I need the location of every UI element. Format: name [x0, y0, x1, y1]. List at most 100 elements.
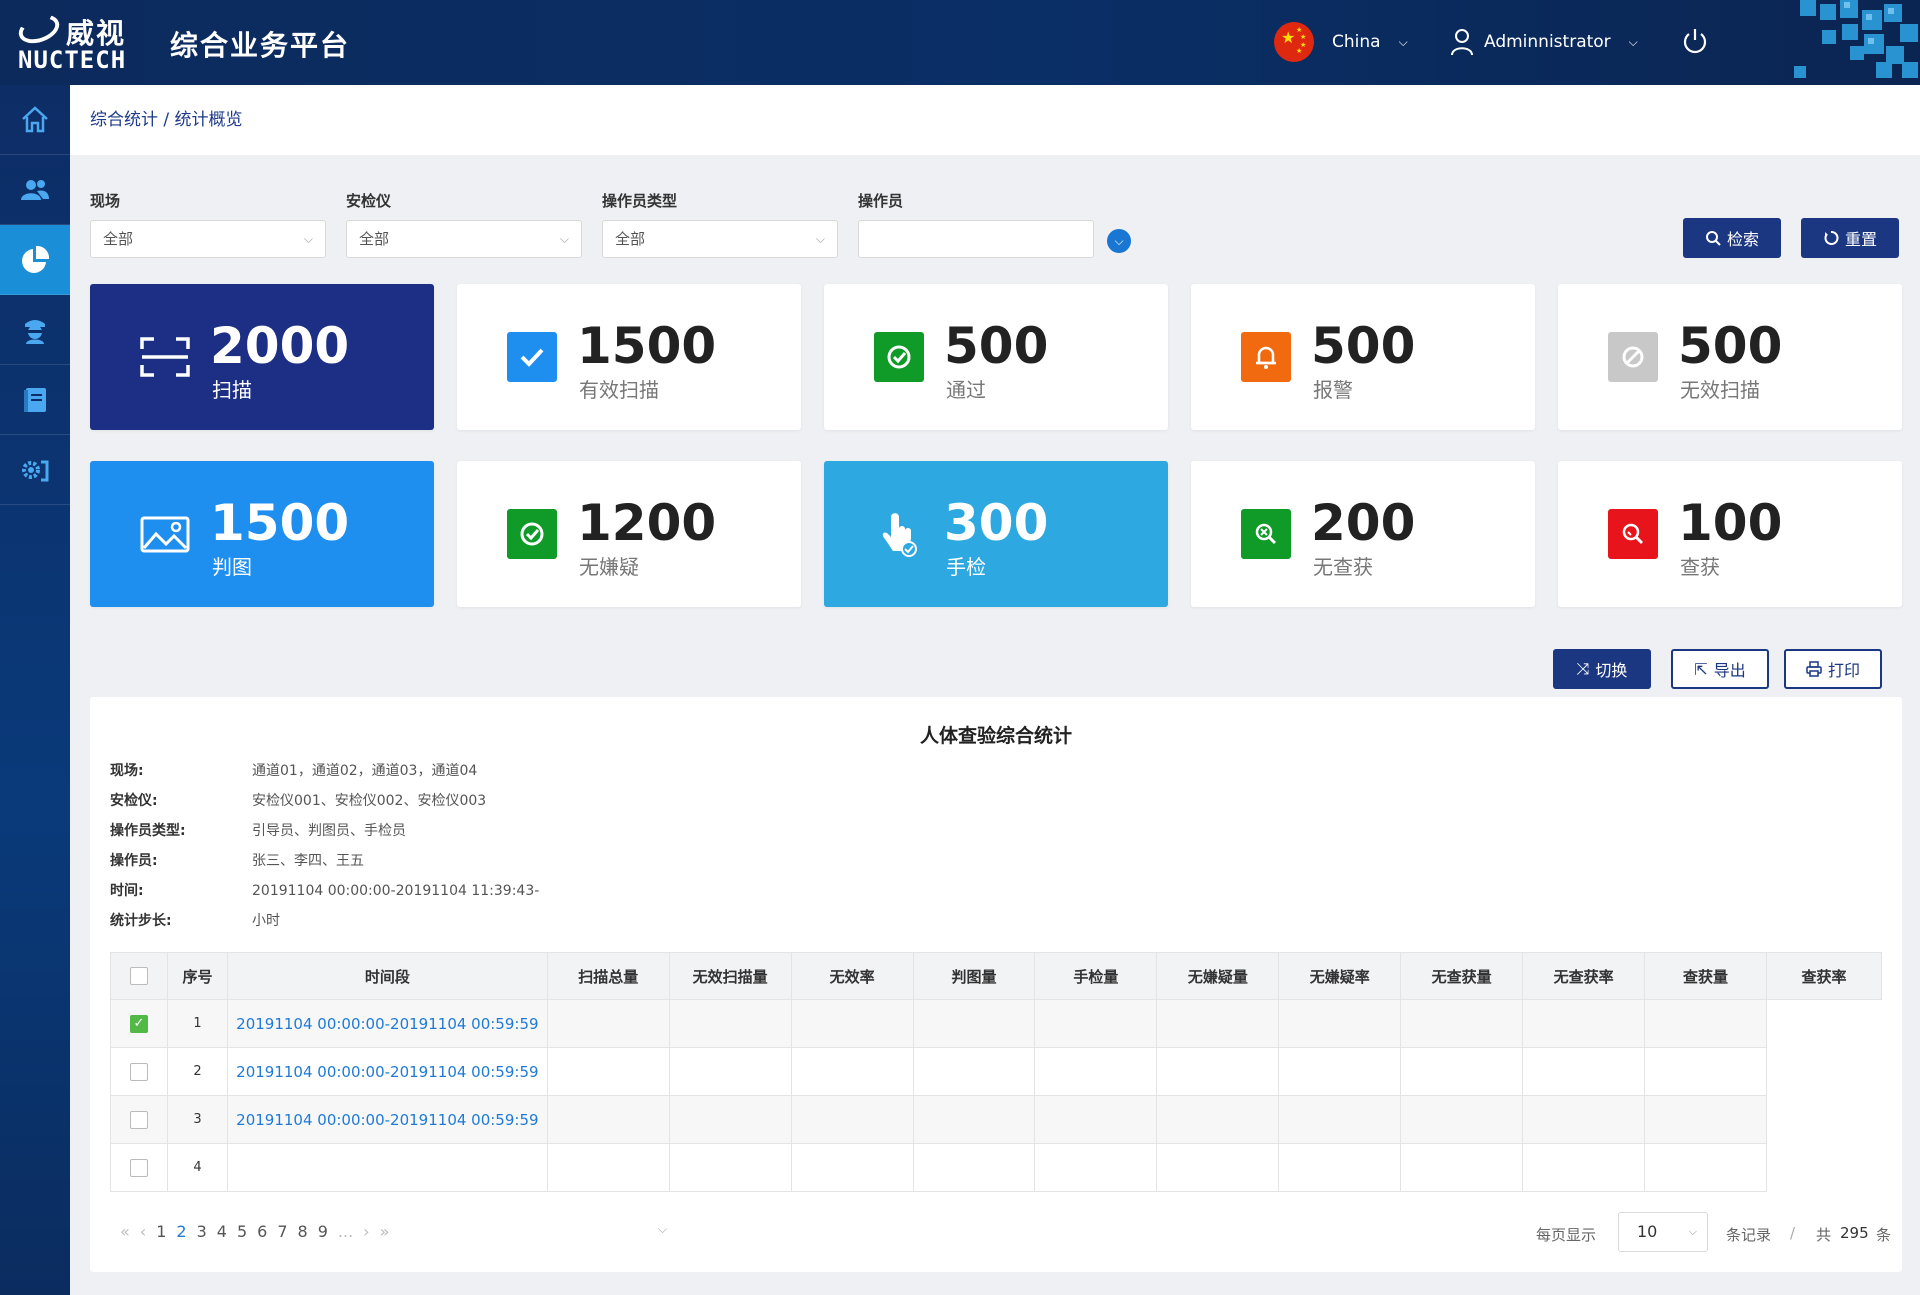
- row-period-cell[interactable]: 20191104 00:00:00-20191104 00:59:59: [226, 999, 548, 1048]
- table-row[interactable]: 3 20191104 00:00:00-20191104 00:59:59: [110, 1095, 1882, 1144]
- print-button[interactable]: 打印: [1784, 649, 1882, 689]
- row-select-cell[interactable]: ✓: [110, 999, 168, 1048]
- column-header: 无查获率: [1522, 952, 1646, 1000]
- search-button[interactable]: 检索: [1683, 218, 1781, 258]
- row-select-cell[interactable]: [110, 1143, 168, 1192]
- stat-value: 500: [1678, 317, 1783, 375]
- row-checkbox[interactable]: [129, 1110, 148, 1129]
- row-period-cell[interactable]: [226, 1143, 548, 1192]
- table-cell: [668, 1143, 792, 1192]
- page-link[interactable]: 3: [197, 1222, 207, 1241]
- operator-type-select-value: 全部: [615, 230, 646, 248]
- row-period-cell[interactable]: 20191104 00:00:00-20191104 00:59:59: [226, 1095, 548, 1144]
- select-all-checkbox[interactable]: [129, 967, 148, 986]
- table-cell: [1156, 999, 1280, 1048]
- page-ellipsis[interactable]: ...: [338, 1222, 353, 1241]
- stat-value: 100: [1678, 494, 1783, 552]
- scan-icon: [140, 332, 190, 382]
- switch-button[interactable]: ⤨ 切换: [1553, 649, 1651, 689]
- pagination: « ‹ 1 2 3 4 5 6 7 8 9 ... › »: [120, 1222, 389, 1241]
- column-header: 无嫌疑量: [1156, 952, 1280, 1000]
- row-select-cell[interactable]: [110, 1095, 168, 1144]
- column-header: 无效率: [790, 952, 914, 1000]
- table-row[interactable]: 4: [110, 1143, 1882, 1192]
- page-link-current[interactable]: 2: [176, 1222, 186, 1241]
- page-link[interactable]: 5: [237, 1222, 247, 1241]
- stat-label: 有效扫描: [579, 378, 659, 402]
- stat-card-image-review: 1500 判图: [90, 461, 434, 607]
- stat-card-scan: 2000 扫描: [90, 284, 434, 430]
- chevron-down-icon: ⌵: [303, 232, 313, 246]
- page-link[interactable]: 8: [298, 1222, 308, 1241]
- table-header-row: 序号 时间段 扫描总量 无效扫描量 无效率 判图量 手检量 无嫌疑量 无嫌疑率 …: [110, 952, 1883, 1000]
- stat-card-nothing-found: 200 无查获: [1191, 461, 1535, 607]
- sidebar-item-inspector[interactable]: [0, 295, 70, 365]
- reset-button[interactable]: 重置: [1801, 218, 1899, 258]
- sidebar-item-home[interactable]: [0, 85, 70, 155]
- stat-value: 2000: [210, 317, 350, 375]
- stat-label: 扫描: [212, 378, 252, 402]
- bell-icon: [1241, 332, 1291, 382]
- table-cell: [1034, 1047, 1158, 1096]
- page-link[interactable]: 1: [156, 1222, 166, 1241]
- stat-value: 1500: [210, 494, 350, 552]
- table-cell: [1522, 999, 1646, 1048]
- top-header: 威视 NUCTECH 综合业务平台 ★ ★ ★ ★ ★ China ⌵ Admi…: [0, 0, 1920, 85]
- meta-value: 引导员、判图员、手检员: [252, 823, 406, 839]
- row-select-cell[interactable]: [110, 1047, 168, 1096]
- sidebar-item-settings[interactable]: [0, 435, 70, 505]
- user-icon: [1451, 29, 1473, 56]
- china-flag-icon: ★ ★ ★ ★ ★: [1274, 22, 1314, 62]
- stats-table: 序号 时间段 扫描总量 无效扫描量 无效率 判图量 手检量 无嫌疑量 无嫌疑率 …: [110, 952, 1883, 1192]
- column-header: 扫描总量: [546, 952, 670, 1000]
- operator-input[interactable]: [858, 220, 1094, 258]
- row-period-link[interactable]: 20191104 00:00:00-20191104 00:59:59: [236, 1063, 538, 1081]
- power-icon[interactable]: [1680, 26, 1710, 56]
- table-row[interactable]: ✓ 1 20191104 00:00:00-20191104 00:59:59: [110, 999, 1882, 1048]
- breadcrumb[interactable]: 综合统计 / 统计概览: [90, 105, 243, 130]
- language-selector[interactable]: ★ ★ ★ ★ ★ China ⌵: [1274, 22, 1408, 62]
- sidebar-item-users[interactable]: [0, 155, 70, 225]
- table-cell: [1278, 1095, 1402, 1144]
- page-link[interactable]: 6: [257, 1222, 267, 1241]
- stat-label: 无效扫描: [1680, 378, 1760, 402]
- table-cell: [1156, 1047, 1280, 1096]
- per-page-select[interactable]: 10 ⌵: [1618, 1212, 1708, 1252]
- meta-key: 安检仪:: [110, 793, 158, 809]
- table-row[interactable]: 2 20191104 00:00:00-20191104 00:59:59: [110, 1047, 1882, 1096]
- meta-value: 通道01，通道02，通道03，通道04: [252, 763, 478, 779]
- operator-type-select[interactable]: 全部 ⌵: [602, 220, 838, 258]
- device-filter-label: 安检仪: [346, 192, 392, 210]
- first-page-icon[interactable]: «: [120, 1222, 130, 1241]
- row-checkbox[interactable]: [129, 1158, 148, 1177]
- page-link[interactable]: 9: [318, 1222, 328, 1241]
- user-menu[interactable]: Adminnistrator ⌵: [1450, 22, 1638, 62]
- site-select[interactable]: 全部 ⌵: [90, 220, 326, 258]
- export-button[interactable]: ⇱ 导出: [1671, 649, 1769, 689]
- logo-en-text: NUCTECH: [18, 46, 127, 74]
- table-cell: [790, 999, 914, 1048]
- row-checkbox[interactable]: [129, 1062, 148, 1081]
- sidebar-item-records[interactable]: [0, 365, 70, 435]
- prev-page-icon[interactable]: ‹: [140, 1222, 146, 1241]
- row-period-cell[interactable]: 20191104 00:00:00-20191104 00:59:59: [226, 1047, 548, 1096]
- meta-device: 安检仪: 安检仪001、安检仪002、安检仪003: [110, 790, 486, 810]
- device-select[interactable]: 全部 ⌵: [346, 220, 582, 258]
- row-checkbox[interactable]: ✓: [129, 1014, 148, 1033]
- next-page-icon[interactable]: ›: [363, 1222, 369, 1241]
- column-header: 序号: [166, 952, 228, 1000]
- sidebar-item-statistics[interactable]: [0, 225, 70, 295]
- expand-filters-chevron-icon[interactable]: ⌵: [1107, 229, 1131, 253]
- row-period-link[interactable]: 20191104 00:00:00-20191104 00:59:59: [236, 1015, 538, 1033]
- table-cell: [1034, 1095, 1158, 1144]
- page-link[interactable]: 7: [277, 1222, 287, 1241]
- table-cell: [1400, 1095, 1524, 1144]
- stat-card-invalid-scan: 500 无效扫描: [1558, 284, 1902, 430]
- row-period-link[interactable]: 20191104 00:00:00-20191104 00:59:59: [236, 1111, 538, 1129]
- last-page-icon[interactable]: »: [380, 1222, 390, 1241]
- column-header: 判图量: [912, 952, 1036, 1000]
- chevron-down-icon[interactable]: ⌵: [658, 1222, 667, 1237]
- page-link[interactable]: 4: [217, 1222, 227, 1241]
- select-all-cell[interactable]: [110, 952, 168, 1000]
- stat-value: 200: [1311, 494, 1416, 552]
